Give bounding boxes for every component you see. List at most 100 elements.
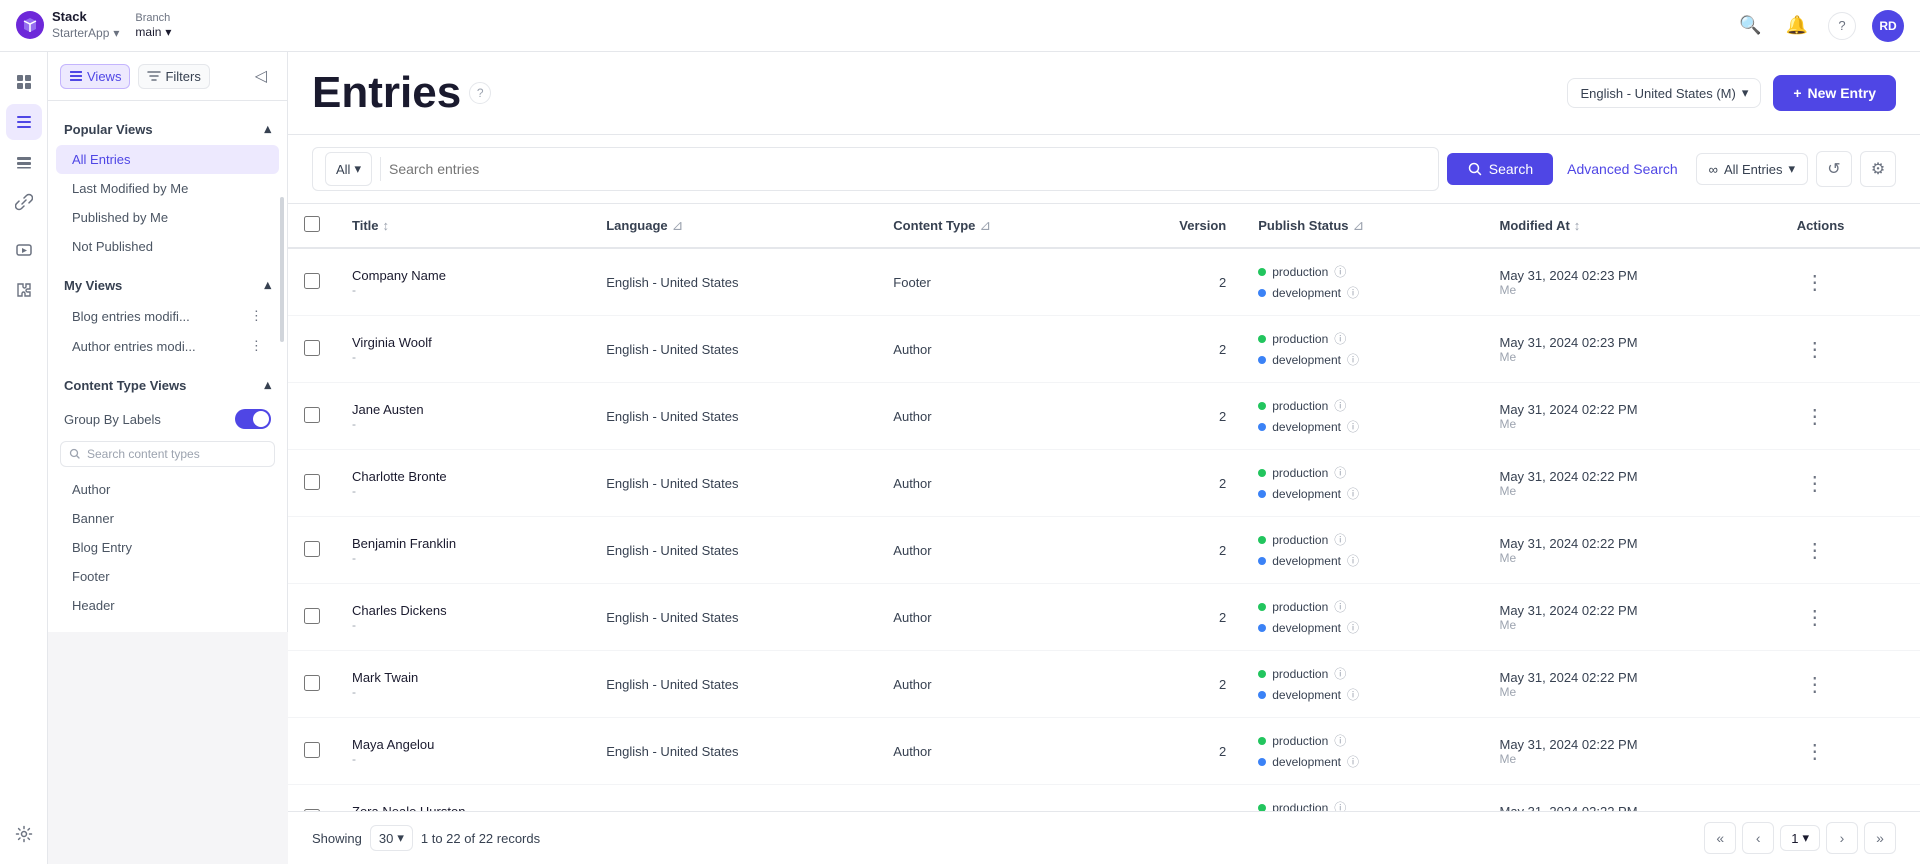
- development-info-icon[interactable]: ⓘ: [1347, 619, 1359, 636]
- icon-stack-button[interactable]: [6, 144, 42, 180]
- views-tab[interactable]: Views: [60, 64, 130, 89]
- popular-item-all-entries[interactable]: All Entries: [56, 145, 279, 174]
- row-actions-button-0[interactable]: ⋮: [1797, 266, 1833, 299]
- development-info-icon[interactable]: ⓘ: [1347, 485, 1359, 502]
- production-info-icon[interactable]: ⓘ: [1334, 397, 1346, 414]
- row-status-cell: production ⓘ development ⓘ: [1242, 248, 1483, 316]
- page-indicator[interactable]: 1 ▾: [1780, 825, 1820, 851]
- production-info-icon[interactable]: ⓘ: [1334, 598, 1346, 615]
- popular-views-header[interactable]: Popular Views ▴: [48, 113, 287, 145]
- first-page-button[interactable]: «: [1704, 822, 1736, 854]
- row-checkbox-5[interactable]: [304, 608, 320, 624]
- row-checkbox-7[interactable]: [304, 742, 320, 758]
- all-entries-filter-button[interactable]: ∞ All Entries ▾: [1696, 153, 1808, 185]
- th-language-filter-button[interactable]: ⊿: [672, 217, 684, 234]
- my-view-item-1-menu-button[interactable]: ⋮: [250, 308, 263, 324]
- row-actions-button-1[interactable]: ⋮: [1797, 333, 1833, 366]
- row-checkbox-6[interactable]: [304, 675, 320, 691]
- production-info-icon[interactable]: ⓘ: [1334, 531, 1346, 548]
- th-publish-status-filter-button[interactable]: ⊿: [1353, 217, 1365, 234]
- collapse-panel-button[interactable]: ◁: [247, 62, 275, 90]
- search-type-button[interactable]: All ▾: [325, 152, 372, 186]
- th-title-sort-icon[interactable]: ↕: [383, 218, 390, 233]
- group-by-labels-toggle[interactable]: [235, 409, 271, 429]
- row-checkbox-0[interactable]: [304, 273, 320, 289]
- search-button[interactable]: Search: [1447, 153, 1553, 185]
- row-checkbox-1[interactable]: [304, 340, 320, 356]
- row-actions-button-8[interactable]: ⋮: [1797, 802, 1833, 812]
- grid-icon: [15, 73, 33, 91]
- prev-page-button[interactable]: ‹: [1742, 822, 1774, 854]
- row-actions-button-2[interactable]: ⋮: [1797, 400, 1833, 433]
- development-info-icon[interactable]: ⓘ: [1347, 351, 1359, 368]
- th-modified-at-sort-icon[interactable]: ↕: [1574, 218, 1581, 233]
- ct-item-footer[interactable]: Footer: [56, 562, 279, 591]
- ct-item-author[interactable]: Author: [56, 475, 279, 504]
- icon-link-button[interactable]: [6, 184, 42, 220]
- development-info-icon[interactable]: ⓘ: [1347, 753, 1359, 770]
- row-actions-button-6[interactable]: ⋮: [1797, 668, 1833, 701]
- production-info-icon[interactable]: ⓘ: [1334, 263, 1346, 280]
- row-sub: -: [352, 283, 574, 297]
- row-actions-cell: ⋮: [1781, 248, 1920, 316]
- production-dot: [1258, 804, 1266, 812]
- select-all-checkbox[interactable]: [304, 216, 320, 232]
- row-status-development: development ⓘ: [1258, 284, 1467, 301]
- search-type-chevron-icon: ▾: [354, 161, 361, 177]
- row-checkbox-2[interactable]: [304, 407, 320, 423]
- row-actions-button-4[interactable]: ⋮: [1797, 534, 1833, 567]
- development-info-icon[interactable]: ⓘ: [1347, 552, 1359, 569]
- development-info-icon[interactable]: ⓘ: [1347, 418, 1359, 435]
- row-language: English - United States: [606, 409, 738, 424]
- popular-item-published-by-me[interactable]: Published by Me: [56, 203, 279, 232]
- icon-settings-button[interactable]: [6, 816, 42, 852]
- my-view-item-1[interactable]: Blog entries modifi... ⋮: [56, 301, 279, 331]
- row-actions-button-5[interactable]: ⋮: [1797, 601, 1833, 634]
- search-input[interactable]: [389, 155, 1426, 183]
- row-checkbox-3[interactable]: [304, 474, 320, 490]
- row-checkbox-4[interactable]: [304, 541, 320, 557]
- ct-item-header[interactable]: Header: [56, 591, 279, 620]
- icon-media-button[interactable]: [6, 232, 42, 268]
- ct-item-blog-entry[interactable]: Blog Entry: [56, 533, 279, 562]
- ct-item-banner[interactable]: Banner: [56, 504, 279, 533]
- new-entry-button[interactable]: + New Entry: [1773, 75, 1896, 111]
- search-nav-button[interactable]: 🔍: [1735, 11, 1765, 40]
- production-info-icon[interactable]: ⓘ: [1334, 464, 1346, 481]
- next-page-button[interactable]: ›: [1826, 822, 1858, 854]
- production-info-icon[interactable]: ⓘ: [1334, 330, 1346, 347]
- last-page-button[interactable]: »: [1864, 822, 1896, 854]
- my-views-header[interactable]: My Views ▴: [48, 269, 287, 301]
- help-button[interactable]: ?: [1828, 12, 1856, 40]
- row-actions-button-7[interactable]: ⋮: [1797, 735, 1833, 768]
- development-dot: [1258, 423, 1266, 431]
- popular-item-last-modified[interactable]: Last Modified by Me: [56, 174, 279, 203]
- language-selector[interactable]: English - United States (M) ▾: [1567, 78, 1761, 108]
- icon-grid-button[interactable]: [6, 64, 42, 100]
- table-settings-button[interactable]: ⚙: [1860, 151, 1896, 187]
- production-info-icon[interactable]: ⓘ: [1334, 732, 1346, 749]
- filters-tab[interactable]: Filters: [138, 64, 209, 89]
- advanced-search-button[interactable]: Advanced Search: [1561, 155, 1684, 183]
- content-type-search-box[interactable]: Search content types: [60, 441, 275, 467]
- entries-help-button[interactable]: ?: [469, 82, 491, 104]
- row-actions-button-3[interactable]: ⋮: [1797, 467, 1833, 500]
- user-avatar[interactable]: RD: [1872, 10, 1904, 42]
- icon-puzzle-button[interactable]: [6, 272, 42, 308]
- content-type-header[interactable]: Content Type Views ▴: [48, 369, 287, 401]
- notifications-button[interactable]: 🔔: [1782, 11, 1812, 40]
- icon-list-button[interactable]: [6, 104, 42, 140]
- branch-info[interactable]: Branch main ▾: [135, 11, 171, 41]
- popular-item-not-published[interactable]: Not Published: [56, 232, 279, 261]
- row-status-dots: production ⓘ development ⓘ: [1258, 531, 1467, 569]
- logo[interactable]: Stack StarterApp ▾: [16, 9, 119, 41]
- my-view-item-2[interactable]: Author entries modi... ⋮: [56, 331, 279, 361]
- refresh-button[interactable]: ↺: [1816, 151, 1852, 187]
- th-content-type-filter-button[interactable]: ⊿: [979, 217, 991, 234]
- production-info-icon[interactable]: ⓘ: [1334, 799, 1346, 811]
- per-page-select[interactable]: 30 ▾: [370, 825, 413, 851]
- my-view-item-2-menu-button[interactable]: ⋮: [250, 338, 263, 354]
- development-info-icon[interactable]: ⓘ: [1347, 686, 1359, 703]
- production-info-icon[interactable]: ⓘ: [1334, 665, 1346, 682]
- development-info-icon[interactable]: ⓘ: [1347, 284, 1359, 301]
